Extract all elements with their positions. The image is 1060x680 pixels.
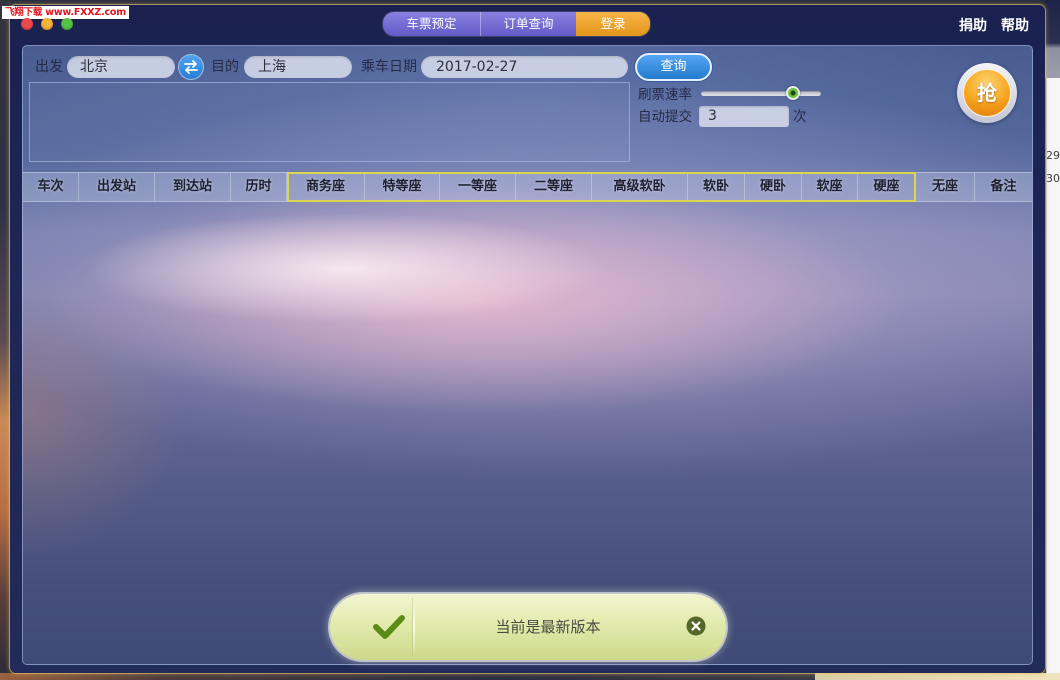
swap-stations-button[interactable] [179,55,203,79]
auto-submit-count-value: 3 [708,108,717,124]
tab-order-query[interactable]: 订单查询 [480,12,576,36]
column-header-deluxe-soft-sleeper[interactable]: 高级软卧 [592,173,688,201]
train-table-header: 车次 出发站 到达站 历时 商务座 特等座 一等座 二等座 高级软卧 软卧 硬卧… [23,172,1032,202]
grab-ticket-button[interactable]: 抢 [963,69,1011,117]
column-header-arrival-station[interactable]: 到达站 [155,173,231,201]
close-circle-icon[interactable] [686,616,706,636]
desktop-background-bottom-right [815,673,1060,680]
column-header-hard-sleeper[interactable]: 硬卧 [745,173,802,201]
log-textarea[interactable] [29,82,630,162]
column-header-premium-seat[interactable]: 特等座 [365,173,440,201]
column-header-first-class[interactable]: 一等座 [440,173,516,201]
donate-link[interactable]: 捐助 [959,17,987,35]
help-link[interactable]: 帮助 [1001,17,1029,35]
travel-date-value: 2017-02-27 [436,59,518,75]
desktop-background-bottom [0,673,815,680]
column-header-second-class[interactable]: 二等座 [516,173,592,201]
grab-button-ring: 抢 [957,63,1017,123]
column-header-departure-station[interactable]: 出发站 [79,173,155,201]
travel-date-input[interactable]: 2017-02-27 [421,56,628,78]
column-header-train-number[interactable]: 车次 [23,173,79,201]
query-button[interactable]: 查询 [635,53,712,81]
auto-submit-unit: 次 [793,109,807,125]
from-station-value: 北京 [80,59,108,75]
tab-login[interactable]: 登录 [576,12,650,36]
desktop-background-top-right [1045,0,1060,78]
close-window-button[interactable] [21,18,33,30]
toast-message: 当前是最新版本 [495,618,601,636]
column-header-business-seat[interactable]: 商务座 [287,173,365,201]
minimize-window-button[interactable] [41,18,53,30]
column-header-no-seat[interactable]: 无座 [916,173,975,201]
background-text: 296 [1046,149,1060,162]
column-header-soft-sleeper[interactable]: 软卧 [688,173,745,201]
column-header-hard-seat[interactable]: 硬座 [858,173,916,201]
column-header-remarks[interactable]: 备注 [975,173,1032,201]
tab-ticket-booking[interactable]: 车票预定 [383,12,480,36]
to-station-input[interactable]: 上海 [244,56,352,78]
swap-icon [184,60,198,74]
background-text: 300 [1046,172,1060,185]
refresh-rate-slider-track[interactable] [701,91,821,96]
auto-submit-label: 自动提交 [638,109,692,125]
maximize-window-button[interactable] [61,18,73,30]
refresh-rate-label: 刷票速率 [638,87,692,103]
column-header-duration[interactable]: 历时 [231,173,287,201]
check-icon [373,615,405,639]
column-header-soft-seat[interactable]: 软座 [802,173,858,201]
toast-divider [413,598,415,656]
update-notification-toast: 当前是最新版本 [330,594,726,660]
to-label: 目的 [211,59,239,75]
from-label: 出发 [35,59,63,75]
background-window-fragment: 296 300 [1046,78,1060,680]
to-station-value: 上海 [258,59,286,75]
from-station-input[interactable]: 北京 [67,56,175,78]
auto-submit-count-input[interactable]: 3 [699,106,789,127]
main-nav-tabs: 车票预定 订单查询 登录 [383,12,650,36]
date-label: 乘车日期 [361,59,417,75]
